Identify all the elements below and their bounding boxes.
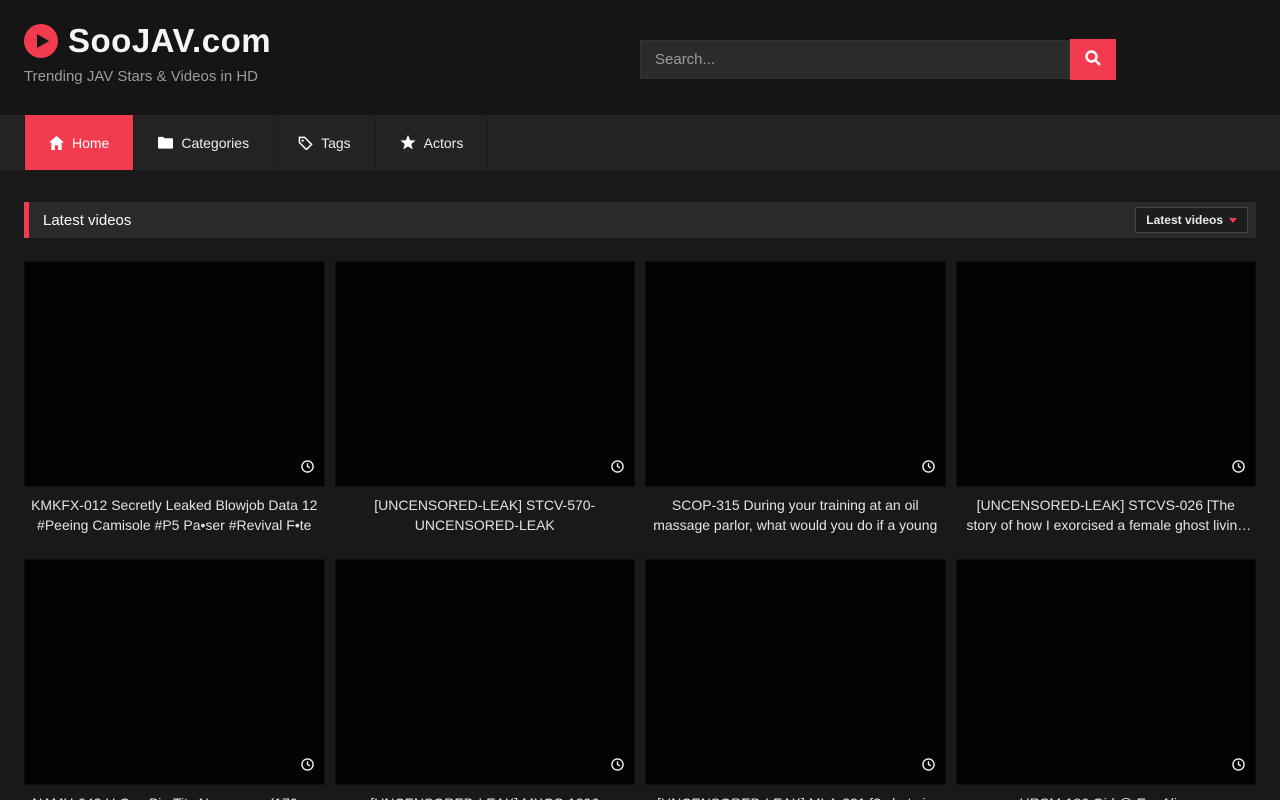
star-icon bbox=[400, 135, 416, 150]
search-input[interactable] bbox=[640, 40, 1070, 79]
video-thumbnail[interactable] bbox=[645, 261, 946, 487]
video-title[interactable]: SCOP-315 During your training at an oil … bbox=[649, 495, 942, 535]
site-title: SooJAV.com bbox=[68, 22, 271, 60]
video-thumbnail[interactable] bbox=[956, 261, 1257, 487]
clock-icon bbox=[301, 758, 314, 776]
nav-item-categories[interactable]: Categories bbox=[134, 115, 274, 170]
video-card[interactable]: [UNCENSORED-LEAK] STCVS-026 [The story o… bbox=[956, 261, 1257, 549]
sort-dropdown-label: Latest videos bbox=[1146, 213, 1223, 227]
video-card[interactable]: KMKFX-012 Secretly Leaked Blowjob Data 1… bbox=[24, 261, 325, 549]
folder-icon bbox=[158, 136, 173, 149]
video-title[interactable]: [UNCENSORED-LEAK] STCVS-026 [The story o… bbox=[960, 495, 1253, 535]
nav-item-actors[interactable]: Actors bbox=[376, 115, 489, 170]
video-title[interactable]: [UNCENSORED-LEAK] STCV-570-UNCENSORED-LE… bbox=[339, 495, 632, 535]
video-thumbnail[interactable] bbox=[24, 559, 325, 785]
site-logo[interactable]: SooJAV.com bbox=[24, 22, 271, 60]
latest-videos-header: Latest videos Latest videos bbox=[24, 202, 1256, 238]
video-title[interactable]: NAMH-042 H Cup Big Tits Newcomer (170cm … bbox=[28, 793, 321, 800]
video-card[interactable]: NAMH-042 H Cup Big Tits Newcomer (170cm … bbox=[24, 559, 325, 800]
video-thumbnail[interactable] bbox=[335, 261, 636, 487]
video-title[interactable]: [UNCENSORED-LEAK] MLA-231 [3 shots in bbox=[649, 793, 942, 800]
nav-item-tags[interactable]: Tags bbox=[274, 115, 376, 170]
play-icon bbox=[24, 24, 58, 58]
site-tagline: Trending JAV Stars & Videos in HD bbox=[24, 68, 271, 85]
section-title: Latest videos bbox=[43, 212, 131, 229]
search-button[interactable] bbox=[1070, 39, 1116, 80]
chevron-down-icon bbox=[1229, 218, 1237, 223]
clock-icon bbox=[1232, 758, 1245, 776]
video-title[interactable]: URSM-186 Girl @ Era Alice bbox=[960, 793, 1253, 800]
nav-item-home[interactable]: Home bbox=[24, 115, 134, 170]
site-header: SooJAV.com Trending JAV Stars & Videos i… bbox=[0, 0, 1280, 115]
nav-item-label: Home bbox=[72, 135, 109, 151]
video-thumbnail[interactable] bbox=[956, 559, 1257, 785]
clock-icon bbox=[1232, 460, 1245, 478]
video-grid: KMKFX-012 Secretly Leaked Blowjob Data 1… bbox=[24, 261, 1256, 800]
nav-item-label: Actors bbox=[424, 135, 464, 151]
video-thumbnail[interactable] bbox=[645, 559, 946, 785]
sort-dropdown[interactable]: Latest videos bbox=[1135, 207, 1248, 233]
search-form bbox=[640, 39, 1116, 80]
main-nav: Home Categories Tags Actors bbox=[0, 115, 1280, 170]
video-title[interactable]: KMKFX-012 Secretly Leaked Blowjob Data 1… bbox=[28, 495, 321, 535]
video-card[interactable]: URSM-186 Girl @ Era Alice bbox=[956, 559, 1257, 800]
home-icon bbox=[49, 136, 64, 150]
tag-icon bbox=[298, 136, 313, 150]
video-card[interactable]: [UNCENSORED-LEAK] MXGS-1296 Absolutely bbox=[335, 559, 636, 800]
video-card[interactable]: [UNCENSORED-LEAK] MLA-231 [3 shots in bbox=[645, 559, 946, 800]
video-thumbnail[interactable] bbox=[24, 261, 325, 487]
video-card[interactable]: [UNCENSORED-LEAK] STCV-570-UNCENSORED-LE… bbox=[335, 261, 636, 549]
clock-icon bbox=[301, 460, 314, 478]
clock-icon bbox=[922, 758, 935, 776]
search-icon bbox=[1084, 49, 1102, 70]
clock-icon bbox=[922, 460, 935, 478]
clock-icon bbox=[611, 758, 624, 776]
video-card[interactable]: SCOP-315 During your training at an oil … bbox=[645, 261, 946, 549]
clock-icon bbox=[611, 460, 624, 478]
nav-item-label: Tags bbox=[321, 135, 351, 151]
video-thumbnail[interactable] bbox=[335, 559, 636, 785]
video-title[interactable]: [UNCENSORED-LEAK] MXGS-1296 Absolutely bbox=[339, 793, 632, 800]
nav-item-label: Categories bbox=[181, 135, 249, 151]
